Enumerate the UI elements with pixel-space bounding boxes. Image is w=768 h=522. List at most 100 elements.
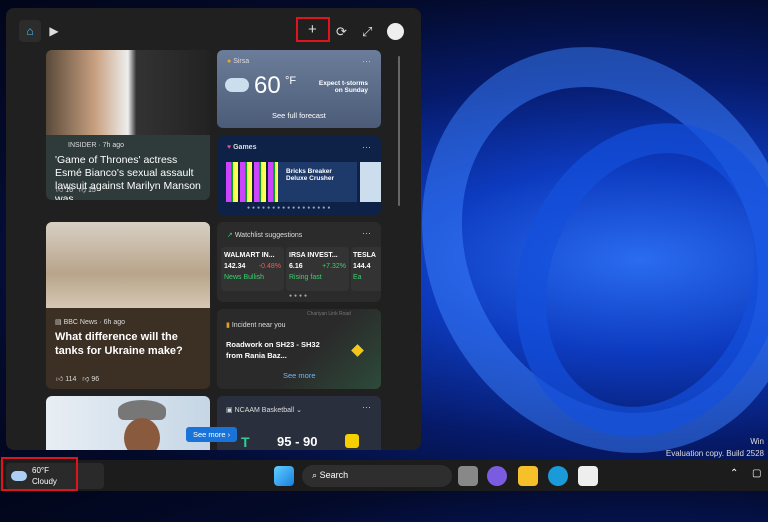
hat-image [118,400,166,420]
sun-icon: ● [227,58,232,65]
bbc-logo: ▤ [55,319,62,326]
carousel-dots[interactable]: ●●●●●●●●●●●●●●●●● [247,205,332,211]
incident-title[interactable]: Roadwork on SH23 - SH32 from Rania Baz..… [226,339,326,361]
game-thumbnail-next[interactable] [360,162,381,202]
refresh-button[interactable]: ⟳ [336,24,347,40]
more-options-icon[interactable]: ··· [362,56,371,66]
dislike-count: 15 [87,187,96,194]
like-count: 16 [65,187,74,194]
see-more-button[interactable]: See more › [186,427,238,442]
expand-button[interactable]: ⤢ [362,24,372,40]
like-icon[interactable]: 👍︎ [56,376,63,383]
basketball-card[interactable]: ▣ NCAAM Basketball ⌄ ··· T 95 - 90 [217,396,381,450]
face-image [124,418,160,450]
highlight-box [296,17,330,42]
trend-icon: ↗ [227,232,233,239]
like-count: 114 [65,376,77,383]
search-icon: ⌕ [312,470,318,480]
reactions: 👍︎ 114 👎︎ 96 [56,374,99,383]
start-button[interactable] [274,466,294,486]
profile-avatar[interactable] [387,23,404,40]
stock-tag: Rising fast [289,274,322,281]
stock-tile[interactable]: TESLA 144.4 Ea [351,247,381,291]
team-logo-away [345,434,359,448]
games-card[interactable]: ♥ Games ··· Bricks Breaker Deluxe Crushe… [217,136,381,215]
score-home: 95 [277,434,292,449]
stock-price: 6.16 [289,263,303,270]
weather-forecast[interactable]: Expect t-storms on Sunday [313,80,368,94]
news-card-image[interactable] [46,396,210,450]
team-logo-home: T [241,434,250,450]
widgets-panel: ⌂ ▶ + ⟳ ⤢ INSIDER · 7h ago 'Game of Thro… [6,8,421,450]
stock-tag: Ea [353,274,362,281]
news-card-got[interactable]: INSIDER · 7h ago 'Game of Thrones' actre… [46,50,210,200]
watermark-line1: Win [750,437,764,446]
basketball-label: NCAAM Basketball [234,407,295,414]
notification-icon[interactable]: ▢ [752,468,761,479]
dislike-count: 96 [91,376,100,383]
stock-tile[interactable]: IRSA INVEST... 6.16 +7.32% Rising fast [286,247,349,291]
chevron-up-icon[interactable]: ⌃ [730,468,738,479]
weather-unit: °F [285,75,297,87]
video-icon: ▶ [49,24,59,38]
stock-name: IRSA INVEST... [289,252,338,259]
taskbar: 60°F Cloudy ⌕ Search ⌃ ▢ [0,457,768,491]
home-icon: ⌂ [26,24,34,38]
search-label: Search [319,470,349,480]
news-source: INSIDER · 7h ago [68,142,125,149]
file-explorer-button[interactable] [518,466,538,486]
see-full-forecast-link[interactable]: See full forecast [272,111,326,120]
weather-temp: 60 [254,72,281,99]
games-icon: ♥ [227,144,232,151]
roadwork-icon [351,344,364,357]
map-road-label: Chariyan Link Road [307,311,351,317]
incident-label: Incident near you [231,322,286,329]
highlight-box [1,457,78,491]
scrollbar[interactable] [398,56,400,206]
weather-location: Sirsa [233,58,250,65]
news-card-tanks[interactable]: ▤ BBC News · 6h ago What difference will… [46,222,210,389]
stock-price: 142.34 [224,263,246,270]
search-box[interactable]: ⌕ Search [302,465,452,487]
watchlist-card[interactable]: ↗ Watchlist suggestions ··· WALMART IN..… [217,222,381,302]
news-source: BBC News · 6h ago [63,319,126,326]
dislike-icon[interactable]: 👎︎ [82,376,89,383]
games-label: Games [233,144,257,151]
game-thumbnail [226,162,278,202]
stock-change: -0.48% [258,263,281,270]
dislike-icon[interactable]: 👎︎ [79,187,86,194]
game-title[interactable]: Bricks Breaker Deluxe Crusher [278,162,357,202]
video-tab[interactable]: ▶ [43,20,65,42]
stock-name: WALMART IN... [224,252,275,259]
more-options-icon[interactable]: ··· [362,228,371,238]
more-options-icon[interactable]: ··· [362,142,371,152]
watchlist-label: Watchlist suggestions [234,232,303,239]
incident-card[interactable]: Chariyan Link Road ▮ Incident near you R… [217,309,381,389]
reactions: 👍︎ 16 👎︎ 15 [56,185,96,194]
see-more-label: See more [193,430,226,439]
home-tab[interactable]: ⌂ [19,20,41,42]
traffic-icon: ▮ [226,322,230,329]
stock-change: +7.32% [322,263,346,270]
news-title[interactable]: What difference will the tanks for Ukrai… [55,330,202,358]
news-image [46,50,210,135]
chevron-down-icon[interactable]: ⌄ [296,407,302,414]
watermark-line2: Evaluation copy. Build 2528 [665,449,764,458]
stock-tile[interactable]: WALMART IN... 142.34 -0.48% News Bullish [221,247,284,291]
stock-name: TESLA [353,252,376,259]
news-image [46,222,210,308]
cloud-icon [225,78,249,92]
task-view-button[interactable] [458,466,478,486]
edge-button[interactable] [548,466,568,486]
store-button[interactable] [578,466,598,486]
ncaa-icon: ▣ [226,407,233,414]
stock-price: 144.4 [353,263,371,270]
like-icon[interactable]: 👍︎ [56,187,63,194]
score-away: 90 [303,434,318,449]
weather-card[interactable]: ● Sirsa ··· 60 °F Expect t-storms on Sun… [217,50,381,128]
stock-tag: News Bullish [224,274,265,281]
more-options-icon[interactable]: ··· [362,402,371,412]
carousel-dots[interactable]: ●●●● [289,293,309,299]
see-more-link[interactable]: See more [283,371,316,380]
chat-button[interactable] [487,466,507,486]
